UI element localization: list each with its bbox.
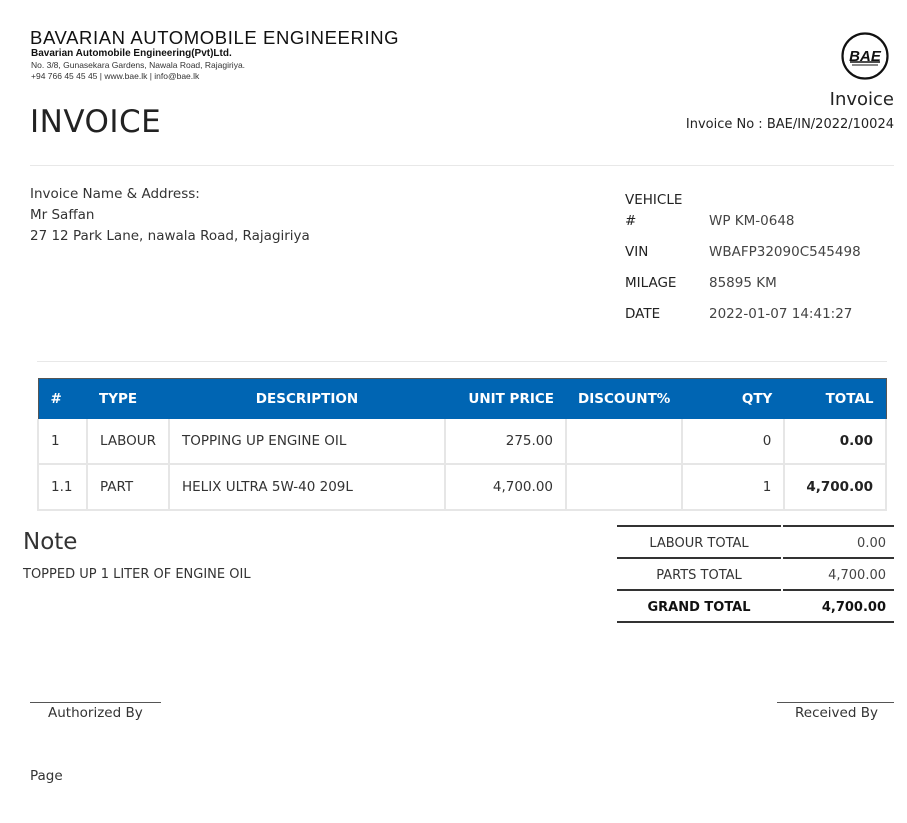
row-unit-price: 275.00 [444, 419, 567, 465]
row-unit-price: 4,700.00 [444, 464, 567, 511]
invoice-label: Invoice [829, 89, 894, 110]
grand-total-label: GRAND TOTAL [647, 600, 751, 615]
customer-name: Mr Saffan [30, 207, 95, 223]
labour-total-row: LABOUR TOTAL 0.00 [617, 525, 894, 557]
milage-value: 85895 KM [709, 275, 777, 291]
date-value: 2022-01-07 14:41:27 [709, 306, 853, 322]
totals-box: LABOUR TOTAL 0.00 PARTS TOTAL 4,700.00 G… [617, 525, 894, 623]
authorized-signature-line [30, 702, 161, 703]
col-header-unit-price: UNIT PRICE [445, 378, 566, 419]
table-header-row: # TYPE DESCRIPTION UNIT PRICE DISCOUNT% … [38, 378, 886, 419]
bill-to-label: Invoice Name & Address: [30, 186, 200, 202]
company-name: BAVARIAN AUTOMOBILE ENGINEERING [30, 27, 400, 48]
row-qty: 1 [681, 464, 786, 511]
company-legal-name: Bavarian Automobile Engineering(Pvt)Ltd. [31, 48, 232, 59]
note-title: Note [23, 529, 78, 555]
col-header-discount: DISCOUNT% [566, 378, 683, 419]
row-type: PART [86, 464, 170, 511]
company-address: No. 3/8, Gunasekara Gardens, Nawala Road… [31, 60, 246, 70]
authorized-by-label: Authorized By [48, 705, 143, 721]
col-header-description: DESCRIPTION [169, 378, 445, 419]
grand-total-row: GRAND TOTAL 4,700.00 [617, 589, 894, 621]
divider [30, 165, 894, 166]
date-label: DATE [625, 306, 661, 322]
divider [37, 361, 887, 362]
invoice-number: Invoice No : BAE/IN/2022/10024 [685, 117, 894, 132]
col-header-total: TOTAL [784, 378, 886, 419]
milage-label: MILAGE [625, 275, 677, 291]
totals-bottom-rule [617, 621, 894, 623]
items-table: # TYPE DESCRIPTION UNIT PRICE DISCOUNT% … [37, 378, 887, 511]
page-footer: Page [30, 768, 63, 784]
parts-total-row: PARTS TOTAL 4,700.00 [617, 557, 894, 589]
row-discount [564, 419, 684, 465]
page-title: INVOICE [30, 104, 162, 140]
row-type: LABOUR [86, 419, 170, 465]
vin-label: VIN [625, 244, 649, 260]
vin-value: WBAFP32090C545498 [709, 244, 861, 260]
vehicle-number-hash: # [625, 213, 637, 229]
table-row: 1.1 PART HELIX ULTRA 5W-40 209L 4,700.00… [37, 464, 887, 511]
row-num: 1.1 [37, 464, 88, 511]
company-logo: BAE [841, 32, 889, 80]
grand-total-value: 4,700.00 [821, 600, 886, 615]
table-row: 1 LABOUR TOPPING UP ENGINE OIL 275.00 0 … [37, 419, 887, 465]
col-header-qty: QTY [682, 378, 785, 419]
received-by-label: Received By [795, 705, 878, 721]
row-discount [564, 464, 684, 511]
labour-total-value: 0.00 [857, 536, 886, 551]
row-total: 4,700.00 [783, 464, 887, 511]
vehicle-number: WP KM-0648 [709, 213, 795, 229]
company-contact: +94 766 45 45 45 | www.bae.lk | info@bae… [31, 71, 200, 81]
row-description: TOPPING UP ENGINE OIL [168, 419, 446, 465]
row-total: 0.00 [783, 419, 887, 465]
customer-address: 27 12 Park Lane, nawala Road, Rajagiriya [30, 228, 310, 244]
vehicle-number-label: VEHICLE [625, 192, 683, 208]
parts-total-label: PARTS TOTAL [656, 568, 742, 583]
labour-total-label: LABOUR TOTAL [649, 536, 749, 551]
received-signature-line [777, 702, 894, 703]
row-qty: 0 [681, 419, 786, 465]
row-num: 1 [37, 419, 88, 465]
row-description: HELIX ULTRA 5W-40 209L [168, 464, 446, 511]
parts-total-value: 4,700.00 [828, 568, 886, 583]
col-header-type: TYPE [87, 378, 169, 419]
col-header-num: # [38, 378, 87, 419]
note-text: TOPPED UP 1 LITER OF ENGINE OIL [23, 567, 251, 582]
